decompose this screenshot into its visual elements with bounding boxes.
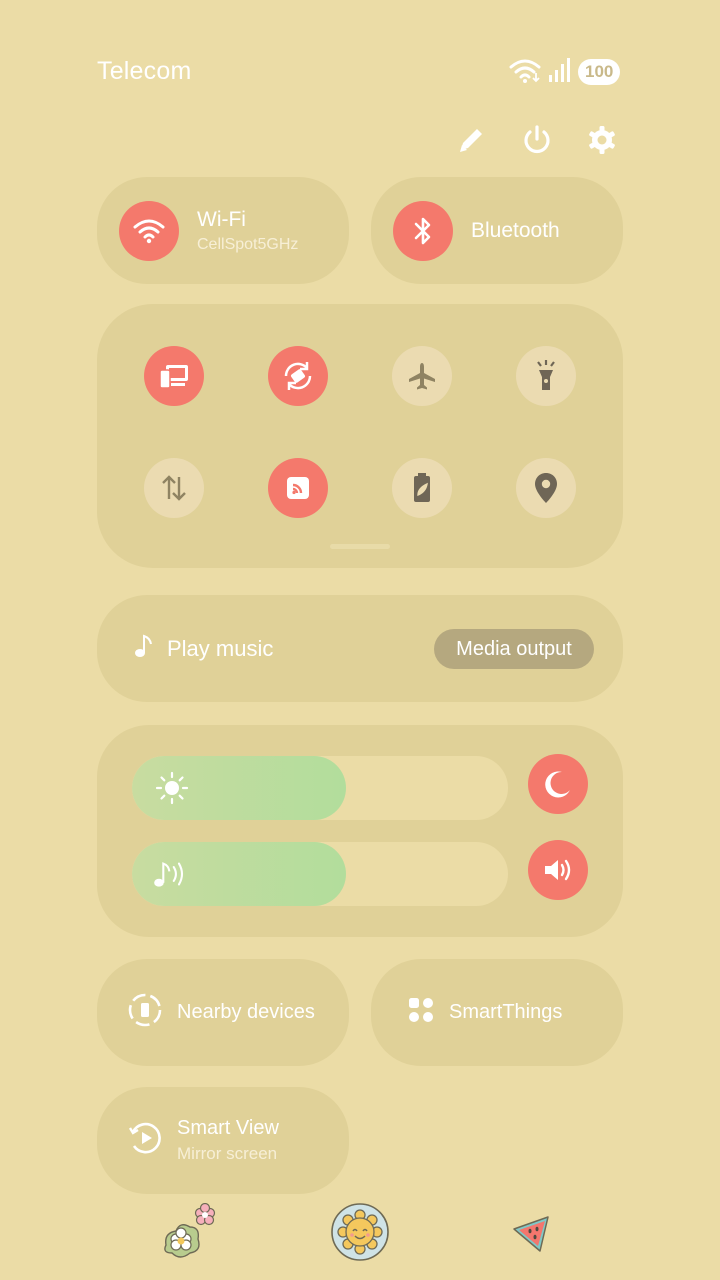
watermelon-sticker-icon [510,1213,552,1260]
bluetooth-toggle[interactable] [393,200,453,261]
edit-icon[interactable] [451,120,491,160]
nearby-devices-tile[interactable]: Nearby devices [97,959,349,1066]
nearby-devices-label: Nearby devices [177,1001,315,1023]
wifi-network-name: CellSpot5GHz [197,235,299,253]
wifi-toggle[interactable] [119,200,179,261]
sliders-panel [97,725,623,937]
location-icon[interactable] [516,458,576,518]
night-mode-button[interactable] [528,754,588,814]
smart-view-tile[interactable]: Smart View Mirror screen [97,1087,349,1194]
brightness-icon [152,770,192,806]
cast-devices-icon[interactable] [144,346,204,406]
hotspot-icon[interactable] [268,458,328,518]
auto-rotate-icon[interactable] [268,346,328,406]
nearby-devices-icon [127,992,163,1033]
smartthings-tile[interactable]: SmartThings [371,959,623,1066]
page-indicator [330,544,390,549]
airplane-icon[interactable] [392,346,452,406]
signal-icon [548,57,572,88]
brightness-slider[interactable] [132,756,508,820]
smartthings-label: SmartThings [449,1001,563,1023]
flashlight-icon[interactable] [516,346,576,406]
sound-mode-button[interactable] [528,840,588,900]
wifi-icon [508,57,542,88]
media-output-button[interactable]: Media output [434,629,594,669]
wifi-tile[interactable]: Wi-Fi CellSpot5GHz [97,177,349,284]
smartthings-icon [407,996,435,1029]
status-icons: 100 [508,57,621,88]
media-volume-icon [152,856,192,892]
bluetooth-tile[interactable]: Bluetooth [371,177,623,284]
wifi-title: Wi-Fi [197,207,246,231]
mobile-data-icon[interactable] [144,458,204,518]
flower-sticker-icon [160,1202,222,1266]
smart-view-icon [127,1120,163,1161]
sun-sticker-icon [330,1202,390,1267]
power-saving-icon[interactable] [392,458,452,518]
smart-view-subtitle: Mirror screen [177,1144,278,1163]
power-icon[interactable] [517,120,557,160]
smart-view-title: Smart View [177,1117,279,1139]
settings-icon[interactable] [582,120,622,160]
music-note-icon [133,633,153,664]
volume-slider[interactable] [132,842,508,906]
bluetooth-title: Bluetooth [471,218,560,242]
quick-settings-panel [97,304,623,568]
play-music-label[interactable]: Play music [167,636,273,662]
battery-icon: 100 [578,59,621,85]
carrier-name: Telecom [97,57,192,85]
media-card[interactable]: Play music Media output [97,595,623,702]
